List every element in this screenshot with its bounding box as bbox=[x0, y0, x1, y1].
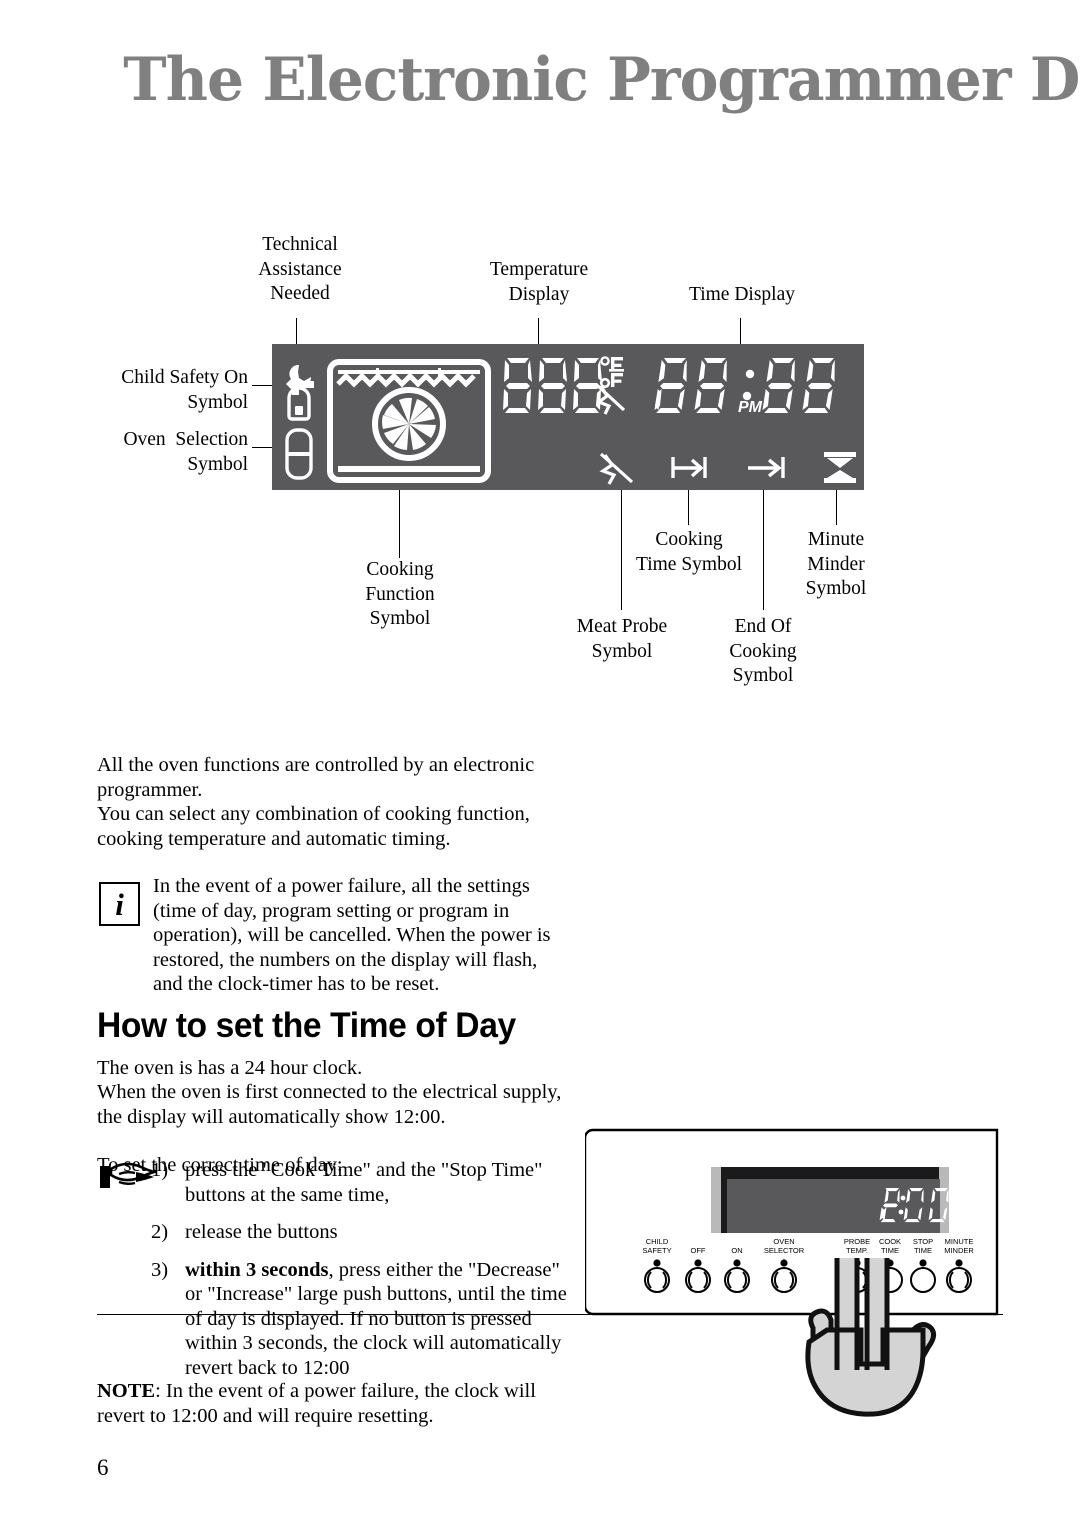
led-off bbox=[694, 1259, 702, 1267]
label-oven-selector-1: OVEN bbox=[773, 1237, 794, 1246]
section-intro-1: The oven is has a 24 hour clock. bbox=[97, 1057, 363, 1079]
callout-child-safety: Child Safety On Symbol bbox=[121, 367, 248, 413]
leader-child-safety bbox=[252, 385, 274, 386]
programmer-display-diagram: Technical Assistance Needed Temperature Dis… bbox=[0, 200, 1080, 700]
step-text-1: press the "Cook Time" and the "Stop Time… bbox=[185, 1159, 543, 1206]
callout-cooking-time: Cooking Time Symbol bbox=[635, 529, 743, 575]
label-stop-time-1: STOP bbox=[913, 1237, 933, 1246]
leader-technical-assistance bbox=[296, 318, 297, 354]
step-item-2: 2) release the buttons bbox=[97, 1220, 567, 1245]
label-probe-temp-1: PROBE bbox=[844, 1237, 870, 1246]
power-failure-note: In the event of a power failure, all the… bbox=[153, 875, 551, 995]
callout-minute-minder: Minute Minder Symbol bbox=[805, 529, 867, 599]
steps-list: 1) press the "Cook Time" and the "Stop T… bbox=[97, 1158, 567, 1393]
step-text-3: within 3 seconds, press either the "Decr… bbox=[185, 1258, 567, 1381]
leader-oven-selection bbox=[252, 447, 274, 448]
hand-illustration bbox=[805, 1258, 937, 1417]
note-text: : In the event of a power failure, the c… bbox=[97, 1380, 536, 1427]
leader-temperature-display bbox=[538, 318, 539, 354]
label-cook-time-1: COOK bbox=[879, 1237, 901, 1246]
callout-meat-probe: Meat Probe Symbol bbox=[576, 616, 668, 662]
label-on: ON bbox=[731, 1246, 742, 1255]
page-number: 6 bbox=[97, 1455, 109, 1480]
label-child-safety-2: SAFETY bbox=[642, 1246, 671, 1255]
step-3-emphasis: within 3 seconds bbox=[185, 1258, 329, 1281]
label-off: OFF bbox=[691, 1246, 706, 1255]
callout-technical-assistance: Technical Assistance Needed bbox=[258, 234, 342, 304]
step-number-3: 3) bbox=[151, 1258, 169, 1281]
step-item-1: 1) press the "Cook Time" and the "Stop T… bbox=[97, 1158, 567, 1207]
step-text-2: release the buttons bbox=[185, 1221, 338, 1243]
label-oven-selector-2: SELECTOR bbox=[764, 1246, 805, 1255]
label-minute-minder-2: MINDER bbox=[944, 1246, 974, 1255]
intro-paragraph-1: All the oven functions are controlled by… bbox=[97, 754, 535, 801]
display-screen bbox=[727, 1179, 940, 1233]
led-on bbox=[733, 1259, 741, 1267]
note-label: NOTE bbox=[97, 1380, 156, 1402]
leader-cooking-time bbox=[688, 490, 689, 525]
intro-paragraph-2: You can select any combination of cookin… bbox=[97, 803, 530, 850]
info-icon: i bbox=[99, 882, 140, 926]
label-probe-temp-2: TEMP. bbox=[846, 1246, 868, 1255]
leader-time-display bbox=[740, 318, 741, 354]
callout-temperature-display: Temperature Display bbox=[489, 259, 589, 305]
label-minute-minder-1: MINUTE bbox=[945, 1237, 974, 1246]
manual-page: The Electronic Programmer Display Techni… bbox=[0, 0, 1080, 1528]
callout-time-display: Time Display bbox=[688, 284, 795, 305]
page-title: The Electronic Programmer Display bbox=[123, 45, 1080, 115]
step-number-2: 2) bbox=[151, 1221, 169, 1243]
callout-end-of-cooking: End Of Cooking Symbol bbox=[729, 616, 797, 686]
label-cook-time-2: TIME bbox=[881, 1246, 899, 1255]
section-heading: How to set the Time of Day bbox=[97, 1006, 516, 1045]
callout-oven-selection: Oven Selection Symbol bbox=[123, 429, 248, 475]
label-stop-time-2: TIME bbox=[914, 1246, 932, 1255]
led-oven-selector bbox=[780, 1259, 788, 1267]
callout-cooking-function: Cooking Function Symbol bbox=[365, 559, 435, 629]
label-child-safety-1: CHILD bbox=[646, 1237, 669, 1246]
leader-minute-minder bbox=[836, 490, 837, 525]
step-number-1: 1) bbox=[151, 1159, 169, 1181]
led-child-safety bbox=[653, 1259, 661, 1267]
section-intro-2: When the oven is first connected to the … bbox=[97, 1081, 562, 1128]
step-item-3: 3) within 3 seconds, press either the "D… bbox=[97, 1258, 567, 1381]
leader-cooking-function bbox=[399, 490, 400, 558]
info-icon-letter: i bbox=[115, 886, 124, 922]
note-paragraph: NOTE: In the event of a power failure, t… bbox=[97, 1379, 567, 1428]
leader-end-of-cooking bbox=[763, 490, 764, 610]
